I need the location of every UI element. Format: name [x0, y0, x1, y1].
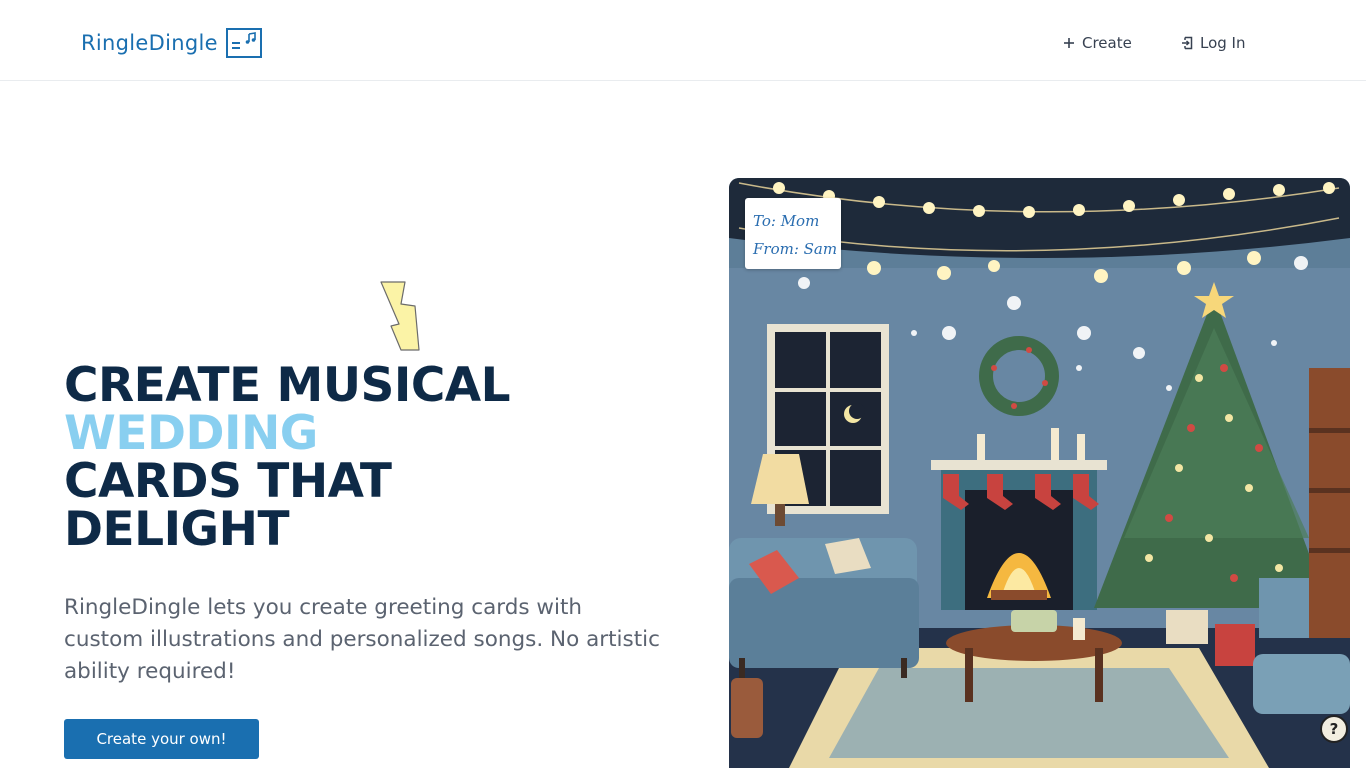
headline-line-4: DELIGHT — [64, 502, 290, 557]
music-card-icon — [225, 28, 262, 58]
login-door-icon — [1182, 36, 1193, 50]
logo-link[interactable]: RingleDingle — [81, 28, 262, 58]
tag-to-text: To: Mom — [753, 212, 820, 230]
tag-from-text: From: Sam — [753, 240, 838, 258]
card-recipient-tag: To: Mom From: Sam — [745, 198, 841, 269]
help-icon-symbol: ? — [1329, 720, 1339, 738]
hero-description: RingleDingle lets you create greeting ca… — [64, 595, 660, 684]
headline-line-3: CARDS THAT — [64, 454, 392, 509]
headline-line-1: CREATE MUSICAL — [64, 358, 511, 413]
card-preview-illustration: To: Mom From: Sam — [729, 178, 1350, 768]
nav-create[interactable]: Create — [1062, 34, 1132, 52]
help-icon[interactable]: ? — [1320, 715, 1348, 743]
headline-accent-word: WEDDING — [64, 406, 318, 461]
site-header: RingleDingle Create Log In — [0, 0, 1366, 81]
nav-login-label: Log In — [1200, 34, 1246, 52]
nav-login[interactable]: Log In — [1180, 34, 1246, 52]
logo-text: RingleDingle — [81, 31, 218, 55]
lightning-bolt-icon — [380, 281, 420, 351]
plus-icon — [1064, 38, 1074, 48]
nav-create-label: Create — [1082, 34, 1132, 52]
create-your-own-button[interactable]: Create your own! — [64, 719, 259, 759]
hero-headline: CREATE MUSICAL WEDDING CARDS THAT DELIGH… — [64, 362, 624, 554]
